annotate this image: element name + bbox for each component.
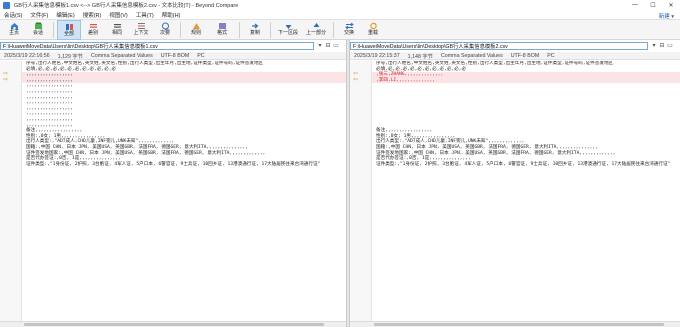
menu-view[interactable]: 视图(V)	[105, 11, 131, 19]
text-line[interactable]: 证件类型:,"1身份证, 2护照, 3台胞证, 4军人证, 5户口本, 6警官证…	[26, 162, 320, 168]
rules-icon	[191, 21, 201, 30]
toolbar-divider	[53, 22, 54, 38]
toolbar-divider	[270, 22, 271, 38]
scrollbar-thumb[interactable]	[24, 323, 324, 326]
window-title: GB行人采集信息模板1.csv <--> GB行人采集信息模板2.csv - 文…	[14, 3, 239, 9]
reload-button[interactable]: 重载	[361, 20, 385, 40]
close-button[interactable]: ✕	[662, 0, 680, 10]
show-same-button[interactable]: 相同	[105, 20, 129, 40]
right-path-buttons: ▾ ⊟ ▭	[650, 42, 674, 50]
maximize-button[interactable]: ☐	[644, 0, 662, 10]
right-horizontal-scrollbar[interactable]	[350, 321, 680, 327]
dropdown-icon[interactable]: ▾	[316, 42, 324, 50]
menu-help[interactable]: 帮助(H)	[158, 11, 185, 19]
dropdown-icon[interactable]: ▾	[650, 42, 658, 50]
scrollbar-thumb[interactable]	[374, 323, 664, 326]
session-button[interactable]: 会话	[26, 20, 50, 40]
swap-button[interactable]: 交换	[337, 20, 361, 40]
context-button[interactable]: 上下文	[129, 20, 153, 40]
app-logo-icon	[3, 1, 10, 9]
menu-tools[interactable]: 工具(T)	[132, 11, 158, 19]
format-icon	[217, 21, 227, 30]
menu-search[interactable]: 搜索(R)	[79, 11, 106, 19]
left-path-buttons: ▾ ⊟ ▭	[316, 42, 340, 50]
left-horizontal-scrollbar[interactable]	[0, 321, 346, 327]
toolbar-divider	[180, 22, 181, 38]
rules-button[interactable]: 规则	[184, 20, 208, 40]
copy-icon	[250, 21, 260, 30]
minimize-button[interactable]: —	[626, 0, 644, 10]
left-path-input[interactable]: F:\HuaweiMoveData\Users\lin\Desktop\GB行人…	[0, 42, 314, 50]
menu-edit[interactable]: 编辑(E)	[52, 11, 78, 19]
prev-section-icon	[311, 21, 321, 30]
new-session-link[interactable]: 新建 ▾	[659, 12, 674, 20]
all-icon	[64, 22, 74, 31]
diff-arrow-icon[interactable]: ⇨	[3, 77, 8, 84]
reload-icon	[368, 21, 378, 30]
right-path-input[interactable]: F:\HuaweiMoveData\Users\lin\Desktop\GB行人…	[350, 42, 648, 50]
prev-section-button[interactable]: 上一部分	[302, 20, 330, 40]
left-gutter	[0, 61, 22, 321]
right-gutter	[350, 61, 372, 321]
toolbar-divider	[333, 22, 334, 38]
diff-arrow-icon[interactable]: ⇦	[353, 77, 358, 84]
toolbar: 主页 会话 全部 差别 相同 上下文 次要 规则 格式 复制 下一区段 上一部分…	[0, 20, 680, 40]
save-icon[interactable]: ▭	[332, 42, 340, 50]
format-button[interactable]: 格式	[208, 20, 236, 40]
home-button[interactable]: 主页	[2, 20, 26, 40]
minor-button[interactable]: 次要	[153, 20, 177, 40]
copy-button[interactable]: 复制	[243, 20, 267, 40]
text-line[interactable]: 证件类型:,"1身份证, 2护照, 3台胞证, 4军人证, 5户口本, 6警官证…	[376, 162, 670, 168]
show-diff-button[interactable]: 差别	[81, 20, 105, 40]
diff-icon	[88, 21, 98, 30]
text-line[interactable]: ,李四,LI,,,,,,,,,,,,,,	[372, 77, 680, 84]
next-section-icon	[283, 21, 293, 30]
left-file-pane: F:\HuaweiMoveData\Users\lin\Desktop\GB行人…	[0, 40, 346, 327]
next-section-button[interactable]: 下一区段	[274, 20, 302, 40]
window-controls: — ☐ ✕	[626, 0, 680, 10]
session-icon	[33, 21, 43, 30]
same-icon	[112, 21, 122, 30]
menu-session[interactable]: 会话(S)	[0, 11, 26, 19]
menu-bar: 会话(S) 文件(F) 编辑(E) 搜索(R) 视图(V) 工具(T) 帮助(H…	[0, 10, 680, 20]
right-file-pane: F:\HuaweiMoveData\Users\lin\Desktop\GB行人…	[350, 40, 680, 327]
title-bar: GB行人采集信息模板1.csv <--> GB行人采集信息模板2.csv - 文…	[0, 0, 680, 10]
right-text-view[interactable]: 序号,出行人姓名,中文姓名,英文姓,英文名,性别,出行人类型,出生年月,出生地,…	[350, 61, 680, 321]
context-icon	[136, 21, 146, 30]
left-file-info: 2025/3/19 22:16:56 1,129 字节 Comma Separa…	[0, 52, 346, 60]
folder-icon[interactable]: ⊟	[658, 42, 666, 50]
folder-icon[interactable]: ⊟	[324, 42, 332, 50]
home-icon	[9, 21, 19, 30]
save-icon[interactable]: ▭	[666, 42, 674, 50]
minor-icon	[160, 21, 170, 30]
right-file-info: 2025/3/19 22:15:37 1,148 字节 Comma Separa…	[350, 52, 680, 60]
toolbar-divider	[239, 22, 240, 38]
left-text-view[interactable]: 序号,出行人姓名,中文姓名,英文姓,英文名,性别,出行人类型,出生年月,出生地,…	[0, 61, 346, 321]
menu-file[interactable]: 文件(F)	[26, 11, 52, 19]
swap-icon	[344, 21, 354, 30]
show-all-button[interactable]: 全部	[57, 20, 81, 40]
